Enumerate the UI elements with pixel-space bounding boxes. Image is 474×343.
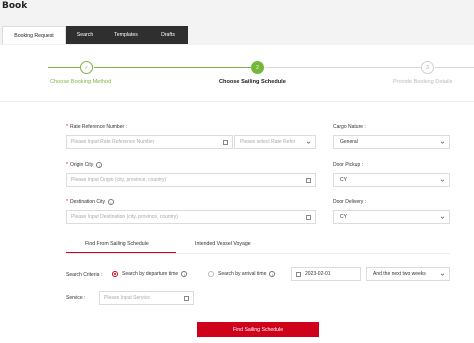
find-sailing-schedule-button[interactable]: Find Sailing Schedule	[197, 322, 319, 337]
info-icon: i	[269, 271, 276, 277]
destination-city-placeholder: Please Input Destination (city, province…	[71, 214, 178, 220]
required-marker: *	[66, 124, 68, 130]
origin-city-label-text: Origin City	[69, 162, 94, 168]
booking-card: ✓ 2 3 Choose Booking Method Choose Saili…	[0, 45, 474, 343]
rate-reference-label-text: Rate Reference Number :	[69, 124, 127, 130]
rate-reference-select[interactable]: Please select Rate Refer	[234, 135, 316, 149]
step-1-label: Choose Booking Method	[50, 79, 112, 85]
tab-booking-request[interactable]: Booking Request	[2, 26, 66, 44]
calendar-icon	[184, 295, 189, 301]
tab-templates[interactable]: Templates	[104, 26, 148, 44]
departure-option-label: Search by departure time	[122, 271, 179, 277]
door-pickup-value: CY	[340, 177, 347, 183]
door-delivery-select[interactable]: CY	[333, 210, 450, 224]
search-criteria-label: Search Criteria :	[66, 272, 103, 278]
chevron-down-icon	[306, 141, 311, 144]
step-connector-3-right	[435, 67, 474, 68]
top-tabs: Booking Request Search Templates Drafts	[2, 26, 188, 44]
tab-intended-vessel-voyage[interactable]: Intended Vessel Voyage	[195, 241, 251, 247]
step-connector-2-3	[265, 67, 421, 68]
date-input[interactable]: 2023-02-01	[291, 267, 361, 281]
required-marker: *	[66, 162, 68, 168]
step-connector-1-left	[48, 67, 80, 68]
stepper-divider	[0, 101, 474, 102]
door-pickup-label: Door Pickup :	[333, 162, 364, 168]
door-delivery-value: CY	[340, 214, 347, 220]
step-3-label: Provide Booking Details	[393, 79, 453, 85]
service-input[interactable]: Please Input Service	[99, 291, 194, 305]
door-delivery-label: Door Delivery :	[333, 199, 367, 205]
destination-city-label-text: Destination City	[69, 199, 105, 205]
origin-city-input[interactable]: Please Input Origin (city, province, cou…	[66, 173, 316, 187]
step-2-label: Choose Sailing Schedule	[219, 79, 286, 85]
date-value: 2023-02-01	[305, 271, 331, 277]
date-range-select[interactable]: And the next two weeks	[366, 267, 450, 281]
cargo-nature-label: Cargo Nature :	[333, 124, 366, 130]
tab-search[interactable]: Search	[66, 26, 104, 44]
arrival-time-option[interactable]: Search by arrival time i	[208, 271, 276, 277]
rate-reference-placeholder: Please Input Rate Reference Number	[71, 139, 155, 145]
required-marker: *	[66, 199, 68, 205]
step-1-circle: ✓	[80, 61, 93, 74]
rate-reference-label: * Rate Reference Number :	[66, 124, 127, 130]
step-connector-1-2	[94, 67, 251, 68]
tab-find-from-sailing-schedule[interactable]: Find From Sailing Schedule	[85, 241, 149, 247]
calendar-icon	[306, 214, 311, 220]
rate-reference-input[interactable]: Please Input Rate Reference Number	[66, 135, 233, 149]
page-title: Book	[2, 1, 28, 11]
cargo-nature-value: General	[340, 139, 358, 145]
rate-reference-select-placeholder: Please select Rate Refer	[240, 139, 296, 145]
step-3-circle: 3	[421, 61, 434, 74]
chevron-down-icon	[440, 216, 445, 219]
calendar-icon	[306, 177, 311, 183]
destination-city-input[interactable]: Please Input Destination (city, province…	[66, 210, 316, 224]
calendar-icon	[223, 139, 228, 145]
chevron-down-icon	[440, 273, 445, 276]
active-tab-underline	[66, 252, 176, 253]
chevron-down-icon	[440, 141, 445, 144]
service-label: Service :	[66, 295, 86, 301]
tab-drafts[interactable]: Drafts	[148, 26, 188, 44]
info-icon: i	[107, 199, 114, 205]
info-icon: i	[96, 162, 103, 168]
calendar-icon	[296, 271, 301, 277]
arrival-option-label: Search by arrival time	[218, 271, 267, 277]
departure-radio[interactable]	[112, 271, 118, 277]
info-icon: i	[181, 271, 188, 277]
arrival-radio[interactable]	[208, 271, 214, 277]
origin-city-label: * Origin City i	[66, 162, 103, 168]
departure-time-option[interactable]: Search by departure time i	[112, 271, 188, 277]
door-pickup-select[interactable]: CY	[333, 173, 450, 187]
origin-city-placeholder: Please Input Origin (city, province, cou…	[71, 177, 167, 183]
service-placeholder: Please Input Service	[104, 295, 150, 301]
date-range-value: And the next two weeks	[373, 271, 426, 277]
schedule-tabs-divider	[66, 253, 450, 254]
destination-city-label: * Destination City i	[66, 199, 114, 205]
step-2-circle: 2	[251, 61, 264, 74]
chevron-down-icon	[440, 179, 445, 182]
cargo-nature-select[interactable]: General	[333, 135, 450, 149]
